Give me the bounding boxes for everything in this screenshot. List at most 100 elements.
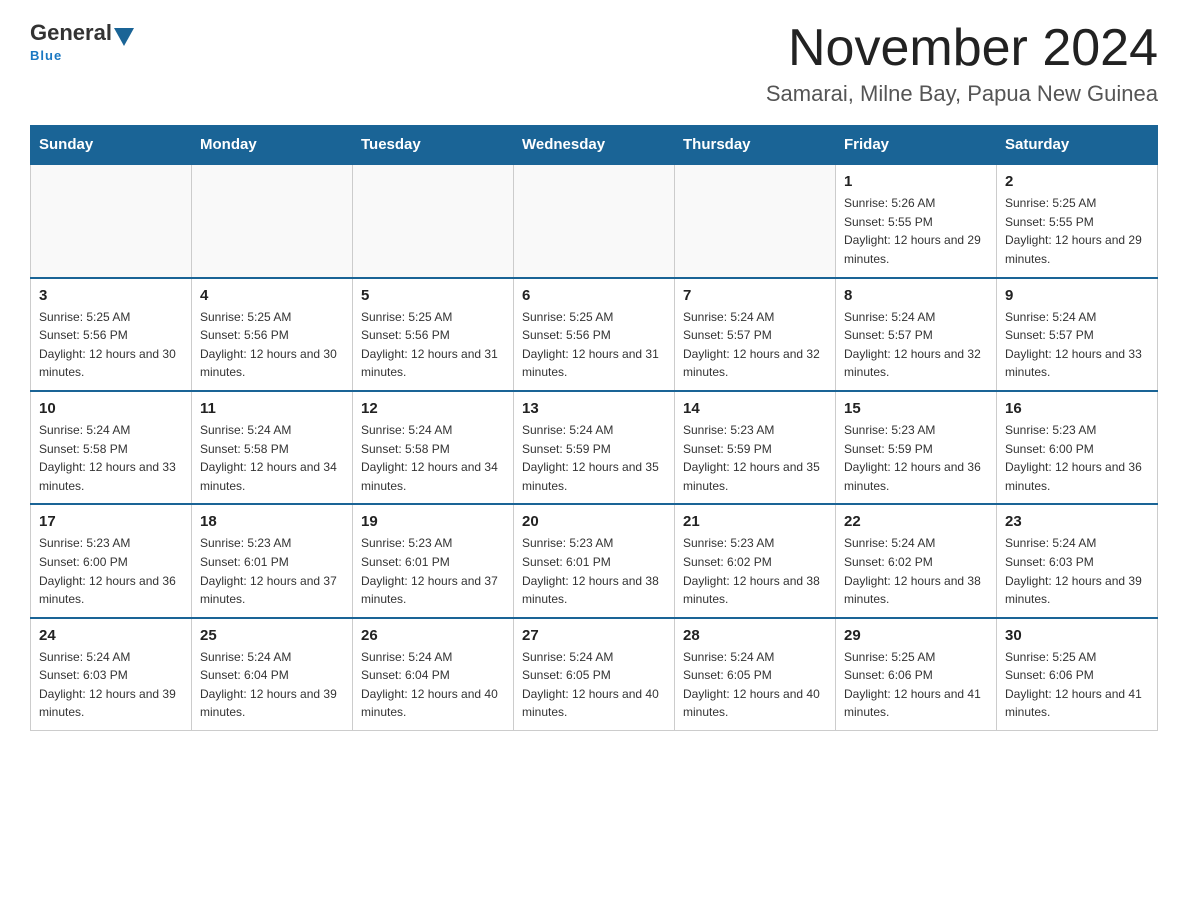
day-info: Sunrise: 5:24 AMSunset: 6:03 PMDaylight:…	[1005, 534, 1149, 608]
calendar-cell: 7Sunrise: 5:24 AMSunset: 5:57 PMDaylight…	[675, 278, 836, 391]
logo-arrow-icon	[114, 28, 134, 46]
day-number: 28	[683, 627, 827, 644]
calendar-cell: 18 Sunrise: 5:23 AMSunset: 6:01 PMDayligh…	[192, 504, 353, 617]
calendar-cell	[353, 164, 514, 277]
day-number: 26	[361, 627, 505, 644]
day-info: Sunrise: 5:24 AMSunset: 6:04 PMDaylight:…	[200, 648, 344, 722]
day-number: 24	[39, 627, 183, 644]
calendar-cell: 21Sunrise: 5:23 AMSunset: 6:02 PMDayligh…	[675, 504, 836, 617]
day-info: Sunrise: 5:23 AMSunset: 6:01 PMDaylight:…	[522, 534, 666, 608]
day-info: Sunrise: 5:23 AMSunset: 6:01 PMDaylight:…	[200, 534, 344, 608]
day-info: Sunrise: 5:24 AMSunset: 5:58 PMDaylight:…	[361, 421, 505, 495]
weekday-header-wednesday: Wednesday	[514, 126, 675, 165]
calendar-cell	[31, 164, 192, 277]
day-number: 21	[683, 513, 827, 530]
logo-general-text: General	[30, 20, 112, 46]
day-info: Sunrise: 5:25 AMSunset: 5:56 PMDaylight:…	[361, 308, 505, 382]
day-number: 11	[200, 400, 344, 417]
day-info: Sunrise: 5:24 AMSunset: 6:05 PMDaylight:…	[522, 648, 666, 722]
calendar-cell: 15 Sunrise: 5:23 AMSunset: 5:59 PMDayligh…	[836, 391, 997, 504]
calendar-cell	[192, 164, 353, 277]
calendar-week-row: 1 Sunrise: 5:26 AMSunset: 5:55 PMDaylight…	[31, 164, 1158, 277]
calendar-cell: 2Sunrise: 5:25 AMSunset: 5:55 PMDaylight…	[997, 164, 1158, 277]
calendar-cell: 24 Sunrise: 5:24 AMSunset: 6:03 PMDayligh…	[31, 618, 192, 731]
day-number: 17	[39, 513, 183, 530]
calendar-cell: 3 Sunrise: 5:25 AMSunset: 5:56 PMDaylight…	[31, 278, 192, 391]
logo-blue-text: Blue	[30, 48, 62, 63]
logo: General Blue	[30, 20, 136, 63]
day-number: 23	[1005, 513, 1149, 530]
day-info: Sunrise: 5:24 AMSunset: 5:58 PMDaylight:…	[39, 421, 183, 495]
day-number: 29	[844, 627, 988, 644]
day-info: Sunrise: 5:26 AMSunset: 5:55 PMDaylight:…	[844, 194, 988, 268]
calendar-cell: 12Sunrise: 5:24 AMSunset: 5:58 PMDayligh…	[353, 391, 514, 504]
calendar-week-row: 3 Sunrise: 5:25 AMSunset: 5:56 PMDaylight…	[31, 278, 1158, 391]
day-number: 30	[1005, 627, 1149, 644]
day-number: 27	[522, 627, 666, 644]
day-number: 20	[522, 513, 666, 530]
calendar-table: SundayMondayTuesdayWednesdayThursdayFrid…	[30, 125, 1158, 731]
day-number: 1	[844, 173, 988, 190]
day-number: 25	[200, 627, 344, 644]
calendar-cell: 23 Sunrise: 5:24 AMSunset: 6:03 PMDayligh…	[997, 504, 1158, 617]
day-info: Sunrise: 5:24 AMSunset: 5:57 PMDaylight:…	[1005, 308, 1149, 382]
day-number: 13	[522, 400, 666, 417]
day-number: 3	[39, 287, 183, 304]
calendar-cell: 5 Sunrise: 5:25 AMSunset: 5:56 PMDaylight…	[353, 278, 514, 391]
day-number: 8	[844, 287, 988, 304]
calendar-cell: 25 Sunrise: 5:24 AMSunset: 6:04 PMDayligh…	[192, 618, 353, 731]
calendar-week-row: 24 Sunrise: 5:24 AMSunset: 6:03 PMDayligh…	[31, 618, 1158, 731]
calendar-cell: 16Sunrise: 5:23 AMSunset: 6:00 PMDayligh…	[997, 391, 1158, 504]
calendar-cell: 13 Sunrise: 5:24 AMSunset: 5:59 PMDayligh…	[514, 391, 675, 504]
day-info: Sunrise: 5:23 AMSunset: 6:00 PMDaylight:…	[1005, 421, 1149, 495]
weekday-header-thursday: Thursday	[675, 126, 836, 165]
day-info: Sunrise: 5:24 AMSunset: 6:03 PMDaylight:…	[39, 648, 183, 722]
day-number: 7	[683, 287, 827, 304]
day-info: Sunrise: 5:25 AMSunset: 5:56 PMDaylight:…	[522, 308, 666, 382]
day-number: 10	[39, 400, 183, 417]
day-info: Sunrise: 5:23 AMSunset: 5:59 PMDaylight:…	[844, 421, 988, 495]
location-subtitle: Samarai, Milne Bay, Papua New Guinea	[766, 81, 1158, 107]
day-number: 2	[1005, 173, 1149, 190]
day-number: 22	[844, 513, 988, 530]
day-info: Sunrise: 5:24 AMSunset: 5:59 PMDaylight:…	[522, 421, 666, 495]
weekday-header-tuesday: Tuesday	[353, 126, 514, 165]
day-info: Sunrise: 5:23 AMSunset: 6:01 PMDaylight:…	[361, 534, 505, 608]
day-info: Sunrise: 5:24 AMSunset: 5:57 PMDaylight:…	[844, 308, 988, 382]
calendar-cell: 17Sunrise: 5:23 AMSunset: 6:00 PMDayligh…	[31, 504, 192, 617]
calendar-cell: 9 Sunrise: 5:24 AMSunset: 5:57 PMDaylight…	[997, 278, 1158, 391]
calendar-cell: 4 Sunrise: 5:25 AMSunset: 5:56 PMDaylight…	[192, 278, 353, 391]
calendar-cell: 28 Sunrise: 5:24 AMSunset: 6:05 PMDayligh…	[675, 618, 836, 731]
day-info: Sunrise: 5:24 AMSunset: 5:58 PMDaylight:…	[200, 421, 344, 495]
day-number: 9	[1005, 287, 1149, 304]
day-number: 19	[361, 513, 505, 530]
day-info: Sunrise: 5:25 AMSunset: 5:56 PMDaylight:…	[200, 308, 344, 382]
day-number: 15	[844, 400, 988, 417]
calendar-cell: 20 Sunrise: 5:23 AMSunset: 6:01 PMDayligh…	[514, 504, 675, 617]
calendar-week-row: 17Sunrise: 5:23 AMSunset: 6:00 PMDayligh…	[31, 504, 1158, 617]
day-info: Sunrise: 5:25 AMSunset: 6:06 PMDaylight:…	[844, 648, 988, 722]
day-info: Sunrise: 5:24 AMSunset: 6:02 PMDaylight:…	[844, 534, 988, 608]
day-number: 5	[361, 287, 505, 304]
weekday-header-sunday: Sunday	[31, 126, 192, 165]
page-header: General Blue November 2024 Samarai, Miln…	[30, 20, 1158, 107]
calendar-cell: 26 Sunrise: 5:24 AMSunset: 6:04 PMDayligh…	[353, 618, 514, 731]
day-info: Sunrise: 5:25 AMSunset: 6:06 PMDaylight:…	[1005, 648, 1149, 722]
day-info: Sunrise: 5:24 AMSunset: 6:05 PMDaylight:…	[683, 648, 827, 722]
weekday-header-saturday: Saturday	[997, 126, 1158, 165]
weekday-header-friday: Friday	[836, 126, 997, 165]
day-info: Sunrise: 5:25 AMSunset: 5:56 PMDaylight:…	[39, 308, 183, 382]
calendar-cell: 1 Sunrise: 5:26 AMSunset: 5:55 PMDaylight…	[836, 164, 997, 277]
day-number: 4	[200, 287, 344, 304]
calendar-cell: 10 Sunrise: 5:24 AMSunset: 5:58 PMDayligh…	[31, 391, 192, 504]
calendar-cell: 6Sunrise: 5:25 AMSunset: 5:56 PMDaylight…	[514, 278, 675, 391]
day-number: 14	[683, 400, 827, 417]
weekday-header-row: SundayMondayTuesdayWednesdayThursdayFrid…	[31, 126, 1158, 165]
calendar-cell: 11 Sunrise: 5:24 AMSunset: 5:58 PMDayligh…	[192, 391, 353, 504]
title-area: November 2024 Samarai, Milne Bay, Papua …	[766, 20, 1158, 107]
calendar-cell: 22 Sunrise: 5:24 AMSunset: 6:02 PMDayligh…	[836, 504, 997, 617]
calendar-cell: 29 Sunrise: 5:25 AMSunset: 6:06 PMDayligh…	[836, 618, 997, 731]
day-number: 18	[200, 513, 344, 530]
day-info: Sunrise: 5:24 AMSunset: 6:04 PMDaylight:…	[361, 648, 505, 722]
calendar-cell: 19 Sunrise: 5:23 AMSunset: 6:01 PMDayligh…	[353, 504, 514, 617]
